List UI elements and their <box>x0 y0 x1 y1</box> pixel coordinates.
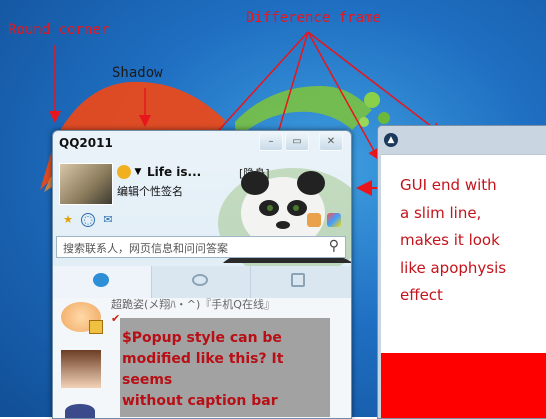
red-panel <box>381 353 546 418</box>
contact-avatar <box>65 404 95 418</box>
gui-note-line-3: makes it look <box>400 231 500 249</box>
gui-note-line-4: like apophysis <box>400 258 507 277</box>
hidden-status-label: [隐身] <box>239 167 270 180</box>
popup-note: $Popup style can be modified like this? … <box>120 328 332 412</box>
popup-note-line-1: $Popup style can be <box>122 330 282 346</box>
signature-edit[interactable]: 编辑个性签名 <box>117 183 183 199</box>
gui-note-line-5: effect <box>400 286 443 304</box>
maximize-button[interactable]: ▭ <box>285 132 309 151</box>
mail-icon[interactable]: ✉ <box>101 213 115 227</box>
minimize-button[interactable]: – <box>259 132 283 151</box>
contact-name: 超跪姿(メ翔ﾊ・^)『手机Q在线』 <box>111 298 275 311</box>
recent-icon <box>291 273 305 287</box>
checkmark-icon: ✔ <box>111 312 121 325</box>
close-button[interactable]: ✕ <box>319 132 343 151</box>
app-box-icon[interactable] <box>307 213 321 227</box>
gui-note-line-2: a slim line, <box>400 203 482 222</box>
search-placeholder: 搜索联系人，网页信息和问问答案 <box>63 242 228 255</box>
mobile-qq-icon <box>89 320 103 334</box>
skin-palette-icon[interactable] <box>327 213 341 227</box>
qzone-icon[interactable]: ◌ <box>81 213 95 227</box>
tab-recent[interactable] <box>251 266 350 298</box>
contacts-icon <box>93 273 109 287</box>
groups-icon <box>192 274 208 286</box>
status-dropdown-icon[interactable]: ▼ <box>131 165 145 179</box>
gui-note: GUI end with a slim line, makes it look … <box>400 172 540 310</box>
search-input[interactable]: 搜索联系人，网页信息和问问答案 ⚲ <box>56 236 346 258</box>
user-nickname: Life is... <box>147 165 202 179</box>
app-logo-icon: ▲ <box>384 133 398 147</box>
tab-groups[interactable] <box>152 266 251 298</box>
popup-note-line-3: without caption bar <box>122 393 278 409</box>
tab-contacts[interactable] <box>53 266 152 298</box>
popup-note-line-2: modified like this? It seems <box>122 351 284 388</box>
gui-note-line-1: GUI end with <box>400 176 497 194</box>
online-status-icon[interactable] <box>117 165 131 179</box>
qq-window-title: QQ2011 <box>59 136 113 150</box>
gui-window: ▲ GUI end with a slim line, makes it loo… <box>377 125 546 419</box>
contact-tabs <box>53 266 351 298</box>
search-icon[interactable]: ⚲ <box>329 238 339 254</box>
popup-window: $Popup style can be modified like this? … <box>120 318 330 417</box>
star-icon[interactable]: ★ <box>61 213 75 227</box>
contact-avatar <box>61 350 101 388</box>
user-avatar[interactable] <box>59 163 113 205</box>
